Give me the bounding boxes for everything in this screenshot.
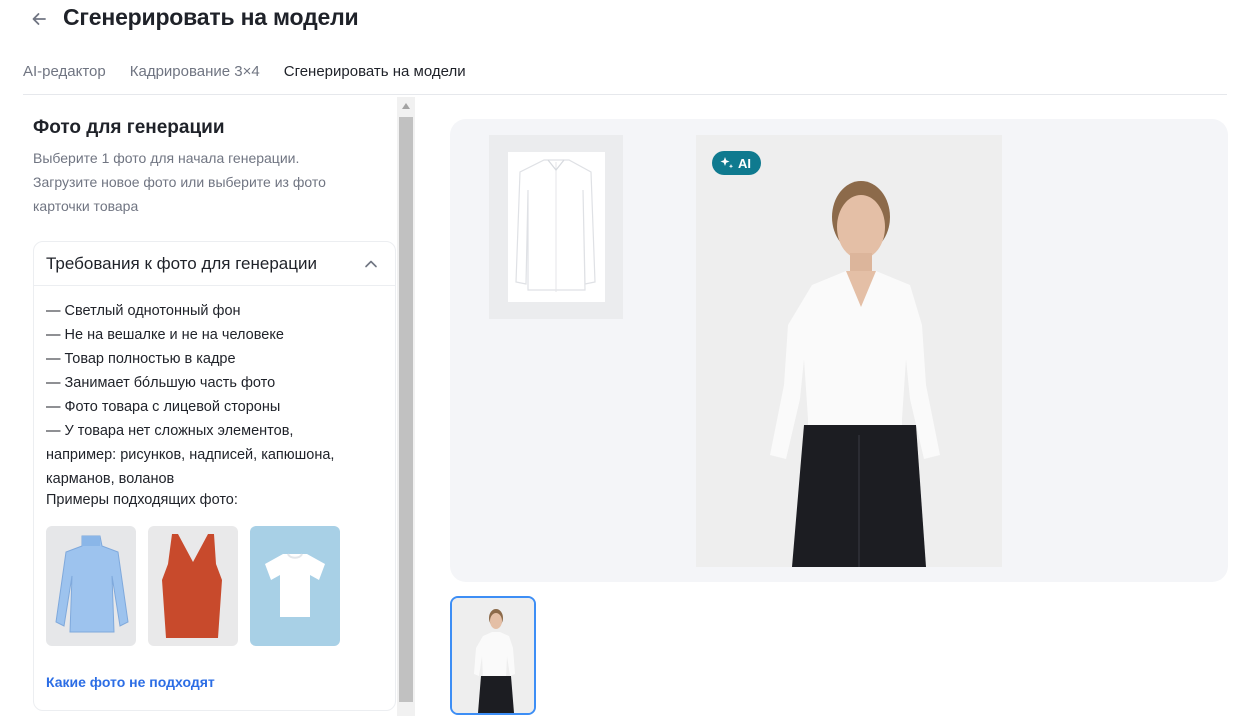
source-photo-image [508, 152, 605, 302]
panel-title: Фото для генерации [33, 117, 225, 138]
generated-photo[interactable]: AI [696, 135, 1002, 567]
example-photo-tshirt [250, 526, 340, 646]
back-button[interactable] [28, 6, 50, 32]
description-line: Выберите 1 фото для начала генерации. [33, 150, 300, 166]
requirement-item: карманов, воланов [46, 471, 175, 487]
requirement-item: — У товара нет сложных элементов, [46, 423, 294, 439]
result-thumbnail-selected[interactable] [450, 596, 536, 715]
tabs-bar: AI-редактор Кадрирование 3×4 Сгенерирова… [23, 58, 466, 94]
page-title: Сгенерировать на модели [63, 4, 359, 30]
chevron-up-icon [365, 260, 377, 268]
preview-area: AI [450, 119, 1228, 582]
panel-description: Выберите 1 фото для начала генерации. За… [33, 146, 383, 218]
requirements-list: — Светлый однотонный фон — Не на вешалке… [46, 299, 391, 491]
requirement-item: например: рисунков, надписей, капюшона, [46, 447, 335, 463]
examples-row [46, 526, 340, 646]
requirement-item: — Фото товара с лицевой стороны [46, 399, 281, 415]
requirement-item: — Товар полностью в кадре [46, 351, 236, 367]
source-photo[interactable] [489, 135, 623, 319]
requirements-card: Требования к фото для генерации — Светлы… [33, 241, 396, 711]
example-photo-turtleneck [46, 526, 136, 646]
model-image [696, 135, 1002, 567]
requirements-toggle[interactable]: Требования к фото для генерации [34, 242, 395, 286]
left-panel: Фото для генерации Выберите 1 фото для н… [23, 97, 397, 716]
tab-generate-on-model[interactable]: Сгенерировать на модели [284, 58, 466, 94]
sparkle-icon [720, 157, 734, 169]
top-image [162, 534, 222, 638]
requirement-item: — Занимает бóльшую часть фото [46, 375, 276, 391]
description-line: карточки товара [33, 198, 139, 214]
tshirt-image [265, 553, 325, 617]
bad-photos-link[interactable]: Какие фото не подходят [46, 674, 215, 690]
requirement-item: — Светлый однотонный фон [46, 303, 241, 319]
scroll-up-arrow[interactable] [397, 97, 415, 115]
tab-ai-editor[interactable]: AI-редактор [23, 58, 106, 94]
requirements-title: Требования к фото для генерации [46, 254, 317, 273]
requirement-item: — Не на вешалке и не на человеке [46, 327, 284, 343]
tabs-divider [23, 94, 1227, 95]
ai-badge: AI [712, 151, 761, 175]
arrow-left-icon [32, 13, 46, 25]
model-thumbnail-image [452, 598, 534, 713]
turtleneck-image [55, 535, 129, 633]
examples-label: Примеры подходящих фото: [46, 492, 238, 508]
scrollbar[interactable] [397, 97, 415, 716]
example-photo-top [148, 526, 238, 646]
shirt-image [515, 159, 596, 292]
ai-badge-label: AI [738, 155, 751, 171]
description-line: Загрузите новое фото или выберите из фот… [33, 174, 326, 190]
page-header: Сгенерировать на модели [0, 0, 1253, 44]
scrollbar-thumb[interactable] [399, 117, 413, 702]
tab-crop[interactable]: Кадрирование 3×4 [130, 58, 260, 94]
caret-up-icon [402, 103, 410, 109]
